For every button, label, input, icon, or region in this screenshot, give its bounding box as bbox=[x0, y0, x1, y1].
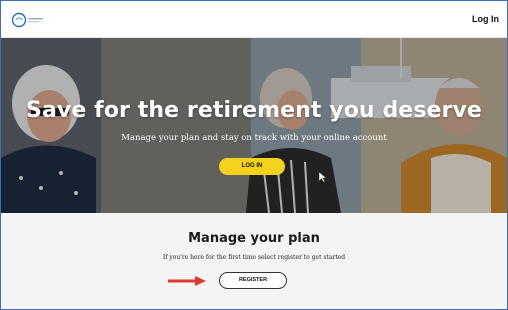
hero-subtitle: Manage your plan and stay on track with … bbox=[121, 133, 387, 143]
hero-overlay bbox=[1, 38, 507, 213]
header-login-link[interactable]: Log In bbox=[472, 14, 499, 24]
hero-title: Save for the retirement you deserve bbox=[26, 98, 482, 123]
section-subtitle: If you're here for the first time select… bbox=[162, 254, 346, 261]
manage-plan-section: Manage your plan If you're here for the … bbox=[1, 213, 507, 309]
mouse-cursor-icon bbox=[319, 172, 327, 182]
hero-banner: Save for the retirement you deserve Mana… bbox=[1, 38, 507, 213]
red-arrow-icon bbox=[168, 276, 206, 286]
section-title: Manage your plan bbox=[188, 231, 320, 246]
browser-frame: Log In Save for the retirement you deser… bbox=[0, 0, 508, 310]
register-button[interactable]: REGISTER bbox=[219, 272, 287, 289]
hero-login-button[interactable]: LOG IN bbox=[219, 158, 285, 175]
company-logo-icon[interactable] bbox=[11, 12, 45, 28]
top-navigation-bar: Log In bbox=[1, 1, 507, 38]
